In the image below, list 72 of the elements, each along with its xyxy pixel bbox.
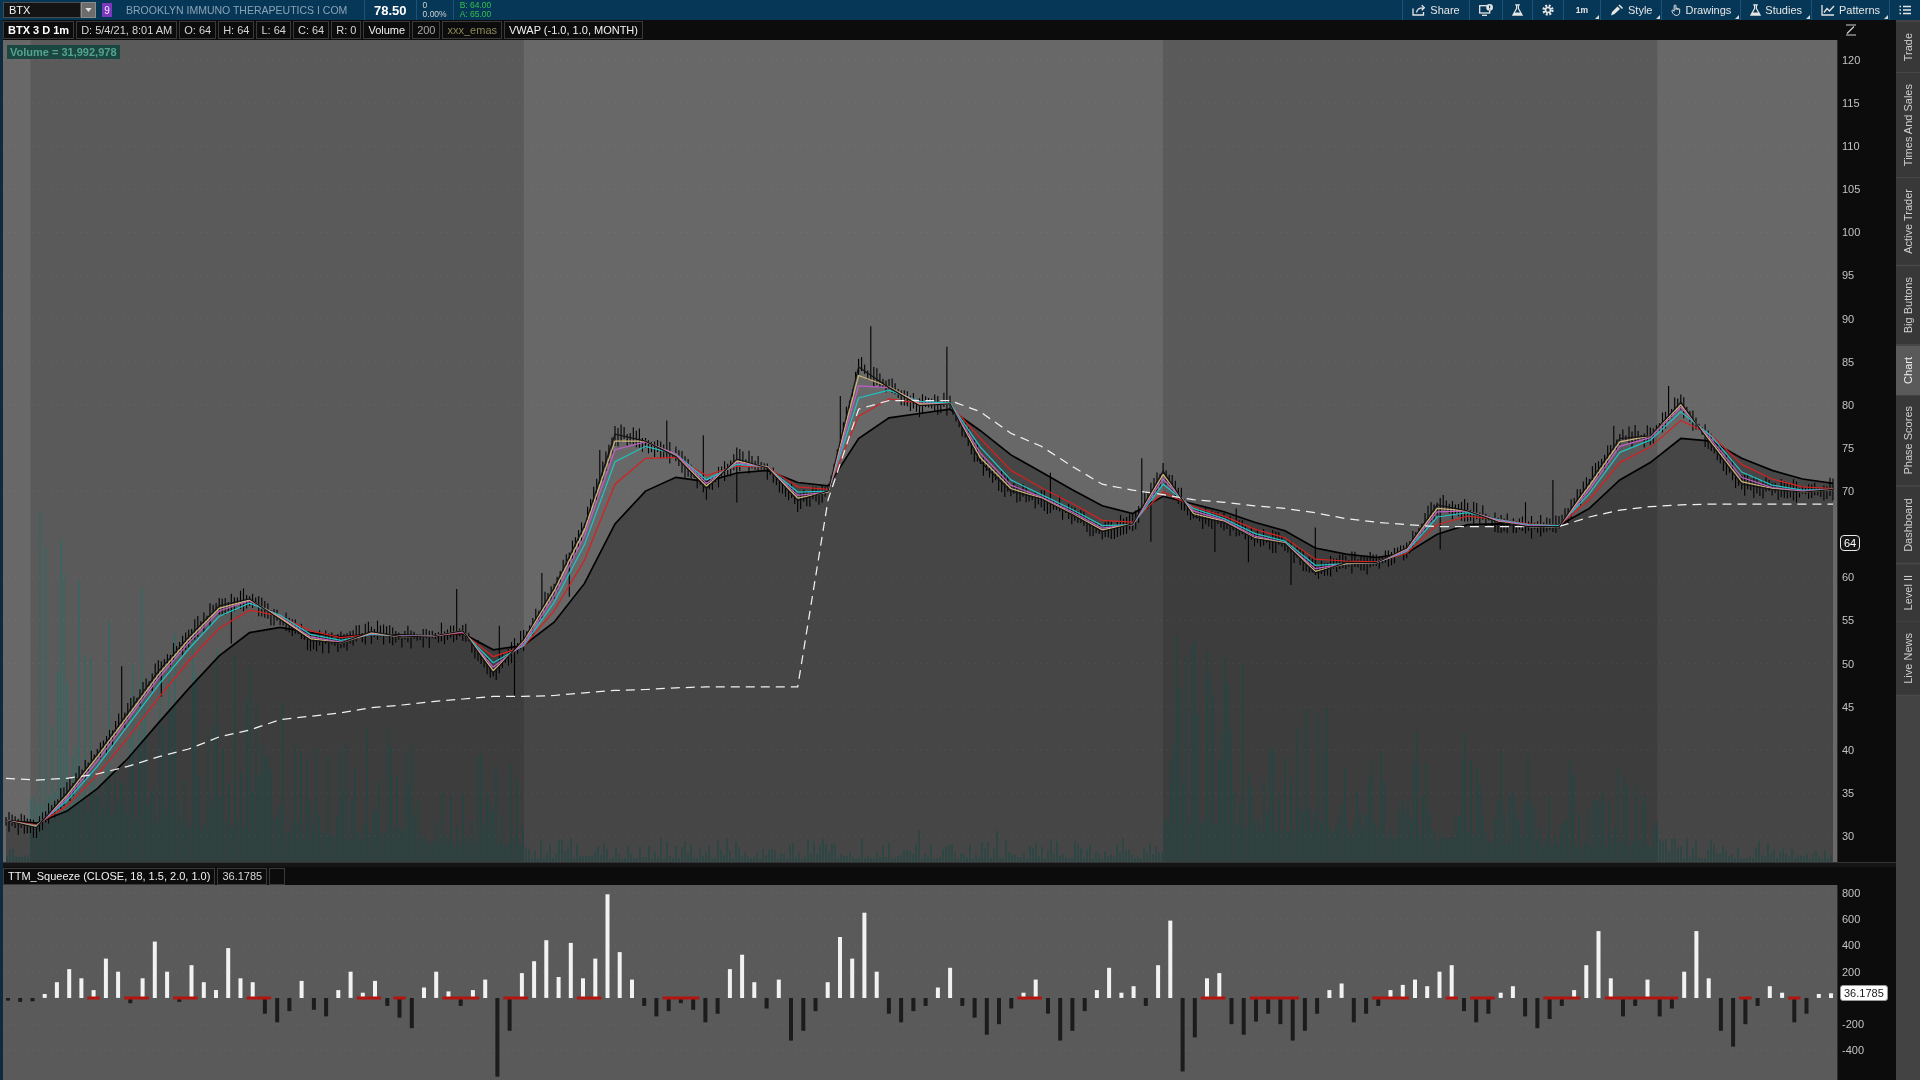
axis-label: 50: [1842, 656, 1855, 671]
axis-label: 30: [1842, 829, 1855, 844]
dropdown-corner-icon: [1735, 15, 1740, 19]
readout-value: L: 64: [256, 21, 291, 39]
net-change: 0: [422, 1, 429, 10]
study-label[interactable]: TTM_Squeeze (CLOSE, 18, 1.5, 2.0, 1.0): [3, 867, 216, 885]
volume-label: Volume = 31,992,978: [7, 45, 120, 59]
axis-label: 120: [1842, 52, 1861, 67]
study-input[interactable]: 200: [412, 21, 441, 39]
axis-label: 90: [1842, 311, 1855, 326]
study-label[interactable]: VWAP (-1.0, 1.0, MONTH): [504, 21, 643, 39]
readout-value: C: 64: [292, 21, 330, 39]
side-tab[interactable]: Phase Scores: [1896, 395, 1920, 487]
readout-value: 36.1785: [217, 867, 268, 885]
study-label[interactable]: xxx_emas: [442, 21, 502, 39]
side-tab[interactable]: Live News: [1896, 622, 1920, 696]
symbol-field[interactable]: BTX: [3, 2, 81, 18]
axis-label: 85: [1842, 354, 1855, 369]
axis-label: -200: [1842, 1017, 1865, 1032]
axis-label: 105: [1842, 182, 1861, 197]
axis-scale-icon[interactable]: [1845, 24, 1857, 36]
axis-label: 100: [1842, 225, 1861, 240]
axis-label: 115: [1842, 95, 1860, 110]
readout-value: D: 5/4/21, 8:01 AM: [76, 21, 178, 39]
axis-label: 70: [1842, 484, 1855, 499]
side-tab[interactable]: Active Trader: [1896, 178, 1920, 267]
axis-label: 600: [1842, 912, 1861, 927]
axis-label: 95: [1842, 268, 1855, 283]
side-tab[interactable]: Big Buttons: [1896, 266, 1920, 346]
axis-label: 60: [1842, 570, 1855, 585]
axis-label: 45: [1842, 699, 1855, 714]
menu-icon: [1899, 5, 1911, 15]
company-name: BROOKLYN IMMUNO THERAPEUTICS I COM: [126, 4, 349, 16]
study-label[interactable]: Volume: [363, 21, 411, 39]
screen-alert-icon: [1478, 4, 1493, 16]
side-tab[interactable]: Chart: [1896, 345, 1920, 396]
axis-label: 40: [1842, 742, 1855, 757]
side-tab[interactable]: Times And Sales: [1896, 73, 1920, 179]
price-marker: 64: [1840, 534, 1861, 551]
caret-icon: [85, 8, 92, 12]
dropdown-button[interactable]: [81, 2, 96, 18]
side-tab[interactable]: Dashboard: [1896, 486, 1920, 564]
percent-change: 0.00%: [422, 10, 447, 19]
chart-title: BTX 3 D 1m: [3, 21, 75, 39]
share-icon: [1412, 4, 1427, 16]
axis-label: 400: [1842, 938, 1861, 953]
link-group-button[interactable]: 9: [102, 3, 112, 17]
side-tab[interactable]: Trade: [1896, 22, 1920, 74]
axis-label: 110: [1842, 139, 1860, 154]
readout-value: O: 64: [179, 21, 217, 39]
axis-label: 800: [1842, 886, 1861, 900]
dropdown-corner-icon: [1656, 15, 1661, 19]
dropdown-corner-icon: [1884, 15, 1888, 19]
axis-label: 55: [1842, 613, 1855, 628]
pencil-icon: [1610, 4, 1624, 16]
hand-icon: [1671, 4, 1682, 16]
axis-label: 35: [1842, 786, 1855, 800]
bid-price: B: 64.00: [459, 1, 492, 10]
axis-label: 75: [1842, 440, 1855, 455]
gear-icon: [1541, 4, 1554, 16]
dropdown-corner-icon: [1595, 15, 1599, 19]
dropdown-corner-icon: [1806, 15, 1811, 19]
zigzag-chart-icon: [1821, 4, 1836, 16]
side-tab[interactable]: Level II: [1896, 563, 1920, 623]
ask-price: A: 65.00: [459, 10, 492, 19]
readout-value: H: 64: [218, 21, 255, 39]
axis-label: 80: [1842, 397, 1855, 412]
flask-icon: [1511, 4, 1523, 16]
flask-icon: [1750, 4, 1762, 16]
axis-label: 200: [1842, 964, 1861, 979]
axis-label: -400: [1842, 1043, 1865, 1058]
readout-value: R: 0: [331, 21, 362, 39]
